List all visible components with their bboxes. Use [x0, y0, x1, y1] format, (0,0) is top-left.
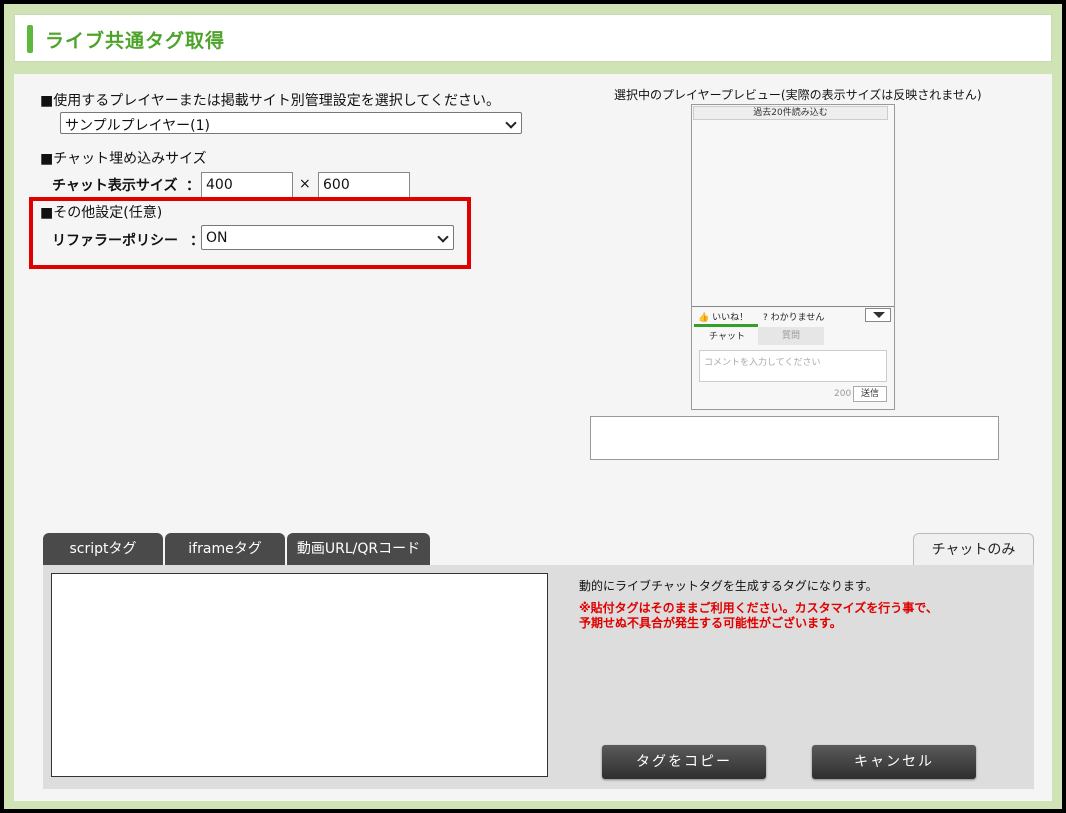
chat-size-label: チャット表示サイズ [52, 178, 178, 194]
reaction-bar: 👍 いいね！ ? わかりません [698, 310, 836, 323]
player-section-label: ■使用するプレイヤーまたは掲載サイト別管理設定を選択してください。 [40, 93, 500, 109]
preview-caption: 選択中のプレイヤープレビュー(実際の表示サイズは反映されません) [614, 88, 982, 102]
header-accent-bar [27, 25, 33, 53]
chat-size-colon: ： [186, 178, 200, 194]
tag-warning: ※貼付タグはそのままご利用ください。カスタマイズを行う事で、 予期せぬ不具合が発… [579, 601, 938, 630]
send-button[interactable]: 送信 [853, 386, 887, 402]
tab-video-url-qr[interactable]: 動画URL/QRコード [287, 533, 430, 565]
comment-input[interactable]: コメントを入力してください [699, 350, 887, 382]
preview-message-box [590, 416, 999, 460]
times-sign: × [299, 176, 311, 192]
active-tab-indicator [694, 324, 758, 327]
tab-iframe[interactable]: iframeタグ [165, 533, 285, 565]
page-title: ライブ共通タグ取得 [45, 30, 226, 52]
tag-output-textarea[interactable] [51, 573, 548, 777]
preview-tab-chat[interactable]: チャット [696, 329, 758, 345]
code-panel: 動的にライブチャットタグを生成するタグになります。 ※貼付タグはそのままご利用く… [43, 565, 1034, 789]
dropdown-arrow-icon[interactable] [865, 308, 891, 322]
unknown-reaction[interactable]: ? わかりません [763, 313, 830, 323]
tag-description: 動的にライブチャットタグを生成するタグになります。 [579, 579, 878, 593]
player-select-value: サンプルプレイヤー(1) [65, 118, 210, 134]
cancel-button[interactable]: キャンセル [812, 745, 976, 779]
chevron-down-icon [505, 117, 517, 129]
player-select[interactable]: サンプルプレイヤー(1) [60, 112, 522, 134]
preview-tab-question[interactable]: 質問 [758, 327, 824, 345]
load-more-button[interactable]: 過去20件読み込む [693, 106, 888, 120]
highlight-box [29, 197, 471, 269]
like-reaction[interactable]: 👍 いいね！ [698, 313, 754, 323]
chat-height-input[interactable]: 600 [318, 172, 410, 198]
dialog-header: ライブ共通タグ取得 [14, 14, 1052, 62]
chat-size-section-label: ■チャット埋め込みサイズ [40, 151, 207, 167]
dialog-frame: ライブ共通タグ取得 ■使用するプレイヤーまたは掲載サイト別管理設定を選択してくだ… [4, 4, 1062, 809]
copy-tag-button[interactable]: タグをコピー [602, 745, 766, 779]
preview-divider [692, 306, 894, 307]
tab-chat-only[interactable]: チャットのみ [913, 533, 1034, 565]
char-count: 200 [834, 389, 852, 399]
tab-script[interactable]: scriptタグ [43, 533, 163, 565]
settings-panel: ■使用するプレイヤーまたは掲載サイト別管理設定を選択してください。 サンプルプレ… [14, 74, 1052, 801]
chat-preview: 過去20件読み込む 👍 いいね！ ? わかりません チャット 質問 コメントを入… [691, 104, 895, 410]
chat-width-input[interactable]: 400 [201, 172, 293, 198]
